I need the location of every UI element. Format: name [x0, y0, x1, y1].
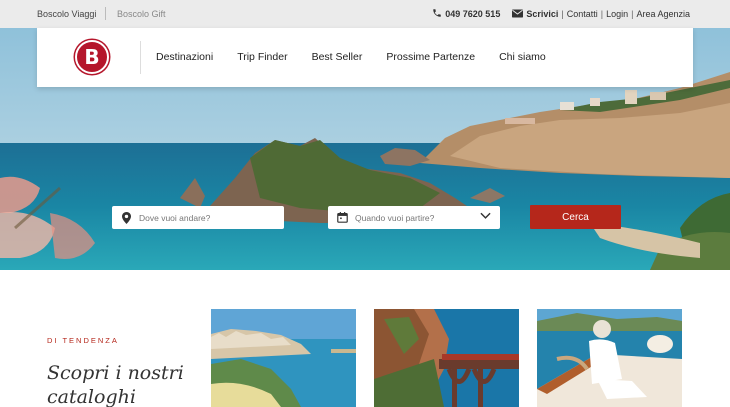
agency-area-link[interactable]: Area Agenzia: [636, 9, 690, 19]
main-navigation: B Destinazioni Trip Finder Best Seller P…: [37, 28, 693, 87]
calendar-icon: [333, 206, 351, 229]
phone-number[interactable]: 049 7620 515: [445, 9, 500, 19]
nav-item-trip-finder[interactable]: Trip Finder: [237, 51, 287, 63]
pipe-separator: |: [631, 9, 634, 19]
mail-icon: [512, 9, 524, 20]
nav-divider: [140, 41, 141, 74]
section-title: Scopri i nostri cataloghi: [47, 362, 184, 407]
catalog-card-image[interactable]: [374, 309, 519, 407]
phone-icon: [432, 8, 442, 20]
location-pin-icon: [117, 206, 135, 229]
departure-date-select[interactable]: Quando vuoi partire?: [328, 206, 500, 229]
boscolo-gift-link[interactable]: Boscolo Gift: [117, 9, 166, 19]
top-utility-bar: Boscolo Viaggi Boscolo Gift 049 7620 515…: [0, 0, 730, 28]
nav-item-best-seller[interactable]: Best Seller: [312, 51, 363, 63]
nav-items: Destinazioni Trip Finder Best Seller Pro…: [156, 51, 570, 63]
pipe-separator: |: [600, 9, 604, 19]
contact-links: 049 7620 515 Scrivici | Contatti | Login…: [432, 8, 690, 20]
search-button[interactable]: Cerca: [530, 205, 621, 229]
boscolo-logo[interactable]: B: [75, 40, 109, 74]
boscolo-viaggi-link[interactable]: Boscolo Viaggi: [37, 9, 96, 19]
section-kicker: DI TENDENZA: [47, 336, 119, 345]
contacts-link[interactable]: Contatti: [567, 9, 598, 19]
write-us-link[interactable]: Scrivici: [526, 9, 558, 19]
nav-item-prossime-partenze[interactable]: Prossime Partenze: [386, 51, 475, 63]
destination-input[interactable]: Dove vuoi andare?: [112, 206, 284, 229]
nav-item-chi-siamo[interactable]: Chi siamo: [499, 51, 546, 63]
divider: [105, 7, 106, 20]
login-link[interactable]: Login: [606, 9, 628, 19]
date-placeholder: Quando vuoi partire?: [355, 212, 435, 223]
chevron-down-icon: [480, 212, 491, 222]
nav-item-destinazioni[interactable]: Destinazioni: [156, 51, 213, 63]
catalog-card-image[interactable]: [211, 309, 356, 407]
catalog-card-image[interactable]: [537, 309, 682, 407]
destination-placeholder: Dove vuoi andare?: [139, 212, 211, 223]
pipe-separator: |: [561, 9, 564, 19]
